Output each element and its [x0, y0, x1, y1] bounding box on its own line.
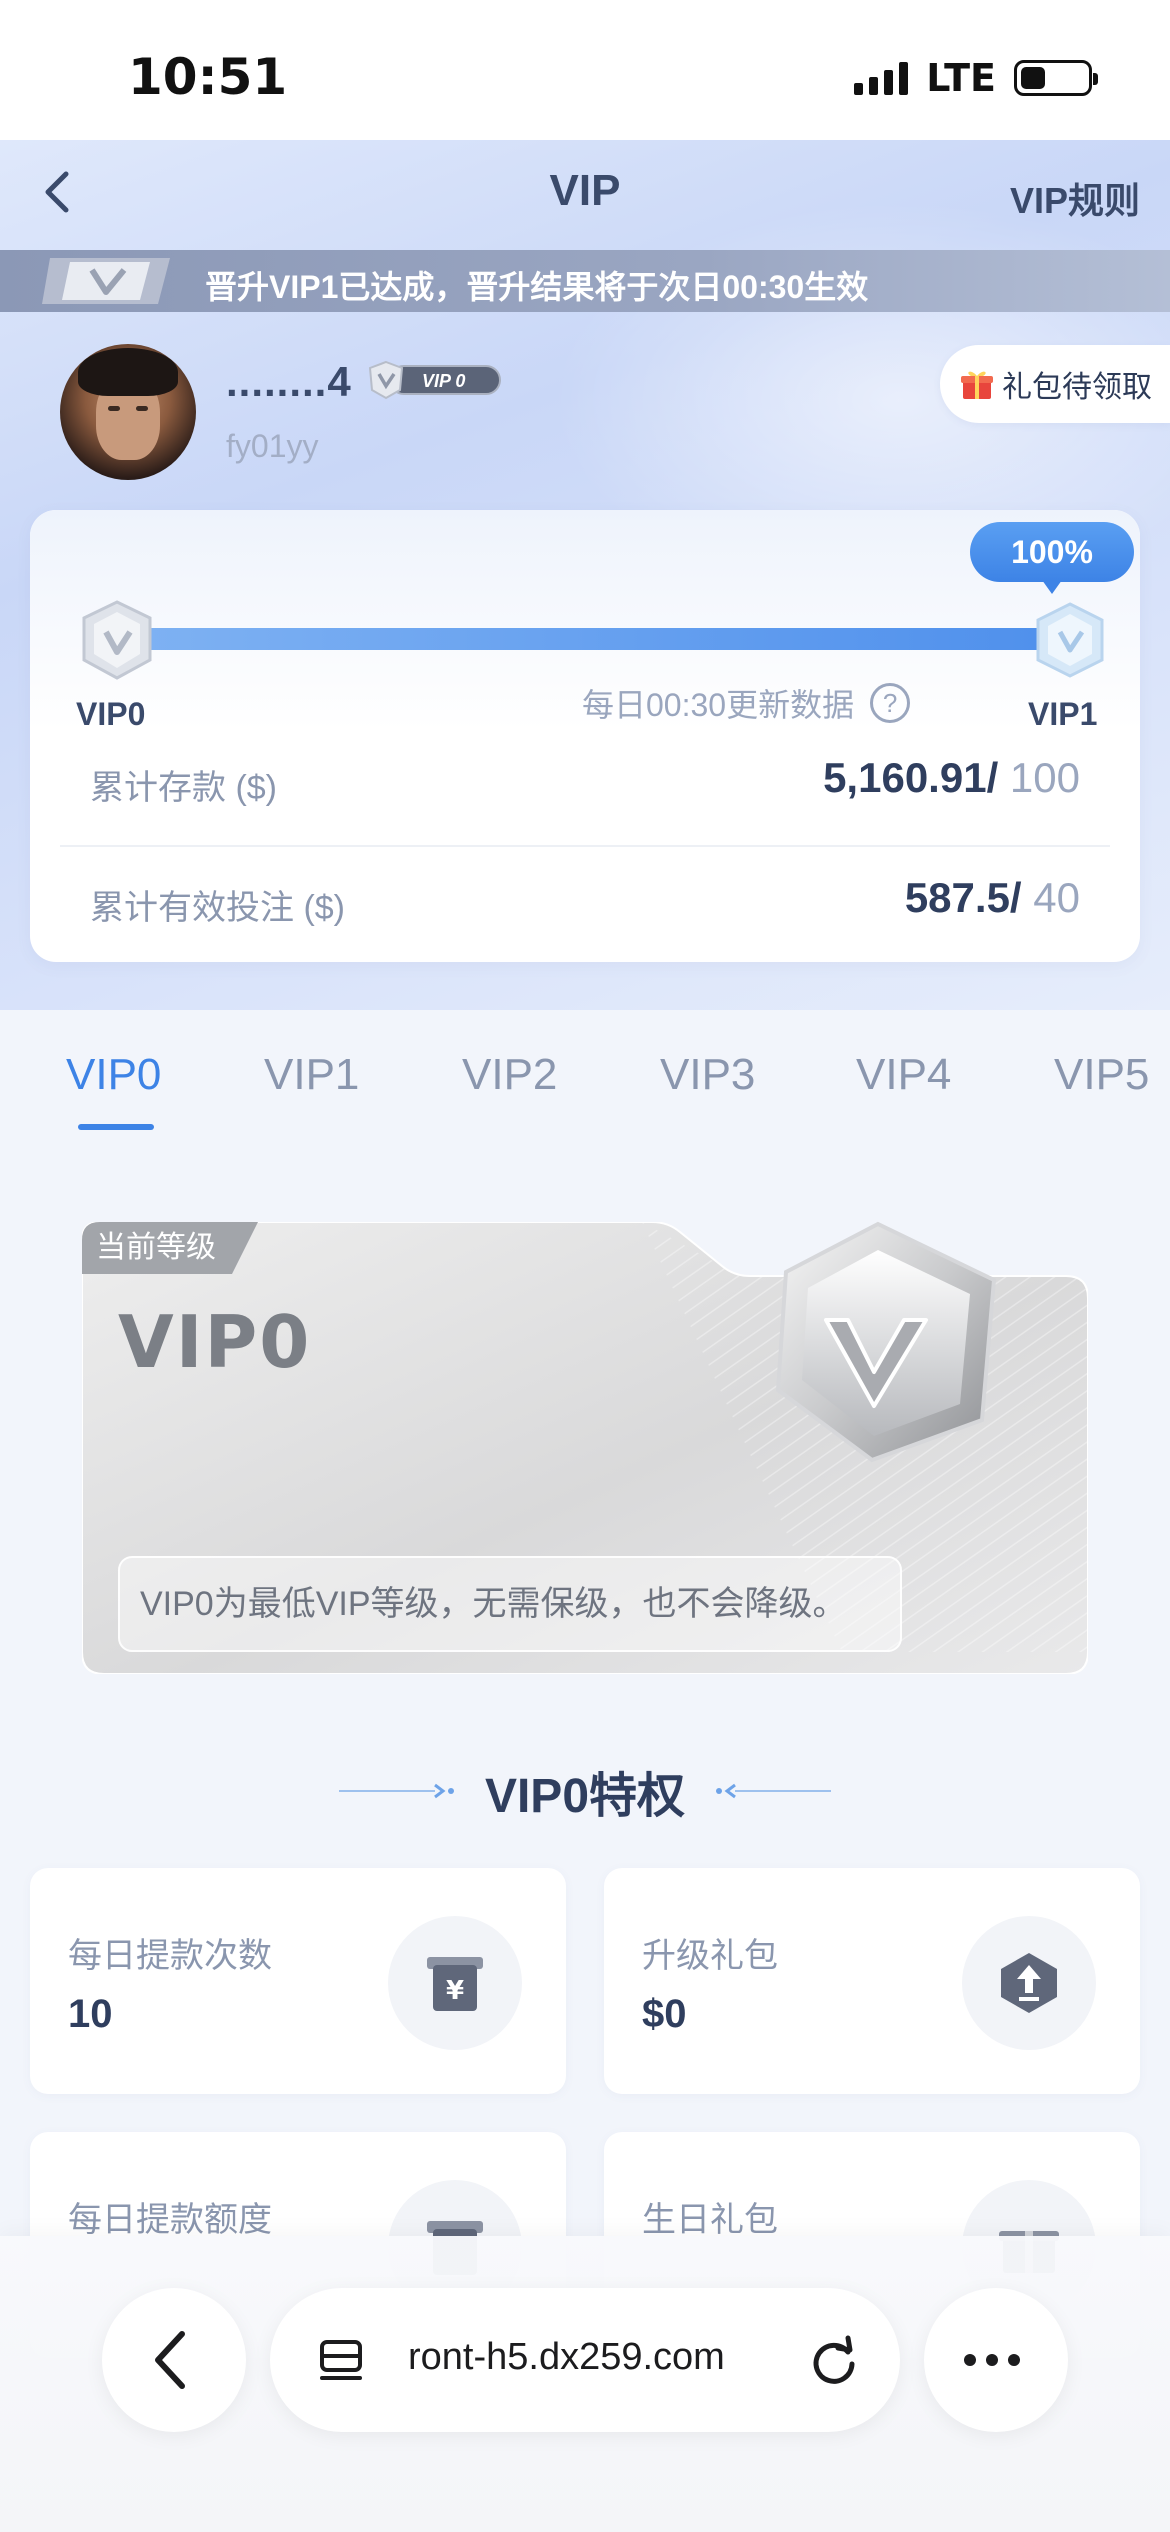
svg-text:VIP 0: VIP 0 — [422, 371, 465, 391]
progress-bar — [120, 628, 1060, 650]
address-bar[interactable]: ront-h5.dx259.com — [270, 2288, 900, 2432]
benefit-value: $0 — [642, 1992, 687, 2036]
heading-deco-left-icon — [338, 1783, 454, 1799]
end-level-label: VIP1 — [1028, 696, 1098, 732]
vip0-badge-icon: VIP 0 — [368, 360, 501, 400]
reload-icon[interactable] — [804, 2330, 864, 2390]
promotion-notice-bar: 晋升VIP1已达成，晋升结果将于次日00:30生效 — [0, 250, 1170, 312]
page-title: VIP — [549, 166, 621, 215]
stat-row-bet: 累计有效投注 ($) 587.5/ 40 — [60, 860, 1110, 940]
bet-current: 587.5/ — [904, 874, 1022, 921]
gift-icon — [961, 371, 993, 399]
progress-fill — [120, 628, 1060, 650]
vip-shield-emblem-icon — [775, 1221, 997, 1463]
network-label: LTE — [926, 56, 996, 100]
vip-level-tabs: VIP0 VIP1 VIP2 VIP3 VIP4 VIP5 — [0, 1010, 1170, 1140]
browser-toolbar: ront-h5.dx259.com — [0, 2236, 1170, 2532]
divider — [60, 845, 1110, 847]
level-name: VIP0 — [118, 1300, 312, 1384]
benefit-label: 升级礼包 — [642, 1937, 778, 1975]
chevron-left-icon — [155, 2331, 185, 2389]
progress-percent: 100% — [970, 522, 1134, 594]
privileges-heading: VIP0特权 — [0, 1756, 1170, 1826]
vip-rules-link[interactable]: VIP规则 — [1010, 172, 1140, 224]
tab-vip2[interactable]: VIP2 — [462, 1050, 557, 1100]
battery-icon — [1014, 60, 1098, 96]
deposit-current: 5,160.91/ — [823, 754, 999, 801]
current-level-tag: 当前等级 — [96, 1231, 216, 1264]
level-description: VIP0为最低VIP等级，无需保级，也不会降级。 — [118, 1556, 902, 1652]
gift-label: 礼包待领取 — [1002, 371, 1152, 404]
withdraw-yen-icon: ¥ — [427, 1957, 483, 2011]
deposit-value: 5,160.91/ 100 — [823, 754, 1080, 802]
benefit-label: 生日礼包 — [642, 2201, 778, 2239]
browser-more-button[interactable] — [924, 2288, 1068, 2432]
avatar[interactable] — [60, 344, 196, 480]
gift-pending-button[interactable]: 礼包待领取 — [940, 345, 1170, 423]
bet-target: 40 — [1021, 874, 1080, 921]
help-icon[interactable]: ? — [870, 683, 911, 723]
tab-vip3[interactable]: VIP3 — [660, 1050, 755, 1100]
vip1-level-icon — [1036, 602, 1104, 678]
tab-vip0[interactable]: VIP0 — [66, 1050, 161, 1100]
benefit-card-daily-withdraw-count: 每日提款次数 10 ¥ — [30, 1868, 566, 2094]
stat-row-deposit: 累计存款 ($) 5,160.91/ 100 — [60, 740, 1110, 820]
update-note: 每日00:30更新数据 ? — [582, 680, 911, 726]
bet-label: 累计有效投注 ($) — [90, 889, 345, 927]
signal-icon — [854, 61, 909, 95]
active-tab-indicator — [78, 1124, 154, 1130]
privileges-title: VIP0特权 — [484, 1770, 686, 1823]
notice-text: 晋升VIP1已达成，晋升结果将于次日00:30生效 — [205, 269, 869, 305]
current-level-card: 当前等级 VIP0 VIP0为最低VIP等级，无需保级，也不会降级。 — [82, 1221, 1088, 1674]
user-name: ........4 — [226, 358, 352, 405]
more-dots-icon — [964, 2354, 1020, 2366]
browser-back-button[interactable] — [102, 2288, 246, 2432]
deposit-label: 累计存款 ($) — [90, 769, 277, 807]
status-indicators: LTE — [854, 56, 1098, 100]
upgrade-arrow-icon — [1001, 1953, 1057, 2013]
tab-vip5[interactable]: VIP5 — [1054, 1050, 1149, 1100]
update-note-text: 每日00:30更新数据 — [582, 687, 855, 723]
vip-progress-card: 100% VIP0 VIP1 每日00:30更新数据 ? 累计存款 ($) 5,… — [30, 510, 1140, 962]
svg-text:¥: ¥ — [446, 1976, 464, 2006]
start-level-label: VIP0 — [76, 696, 146, 732]
vip-badge-icon — [42, 258, 170, 304]
benefit-label: 每日提款次数 — [68, 1937, 272, 1975]
heading-deco-right-icon — [716, 1783, 832, 1799]
status-bar: 10:51 LTE — [0, 0, 1170, 140]
status-time: 10:51 — [128, 48, 288, 106]
bet-value: 587.5/ 40 — [905, 874, 1080, 922]
tab-vip4[interactable]: VIP4 — [856, 1050, 951, 1100]
vip0-level-icon — [82, 600, 152, 680]
page-menu-icon[interactable] — [318, 2338, 364, 2384]
url-text: ront-h5.dx259.com — [408, 2336, 725, 2378]
benefit-label: 每日提款额度 — [68, 2201, 272, 2239]
user-id: fy01yy — [226, 428, 319, 464]
benefit-value: 10 — [68, 1992, 113, 2036]
tab-vip1[interactable]: VIP1 — [264, 1050, 359, 1100]
benefit-card-upgrade-gift: 升级礼包 $0 — [604, 1868, 1140, 2094]
deposit-target: 100 — [998, 754, 1080, 801]
